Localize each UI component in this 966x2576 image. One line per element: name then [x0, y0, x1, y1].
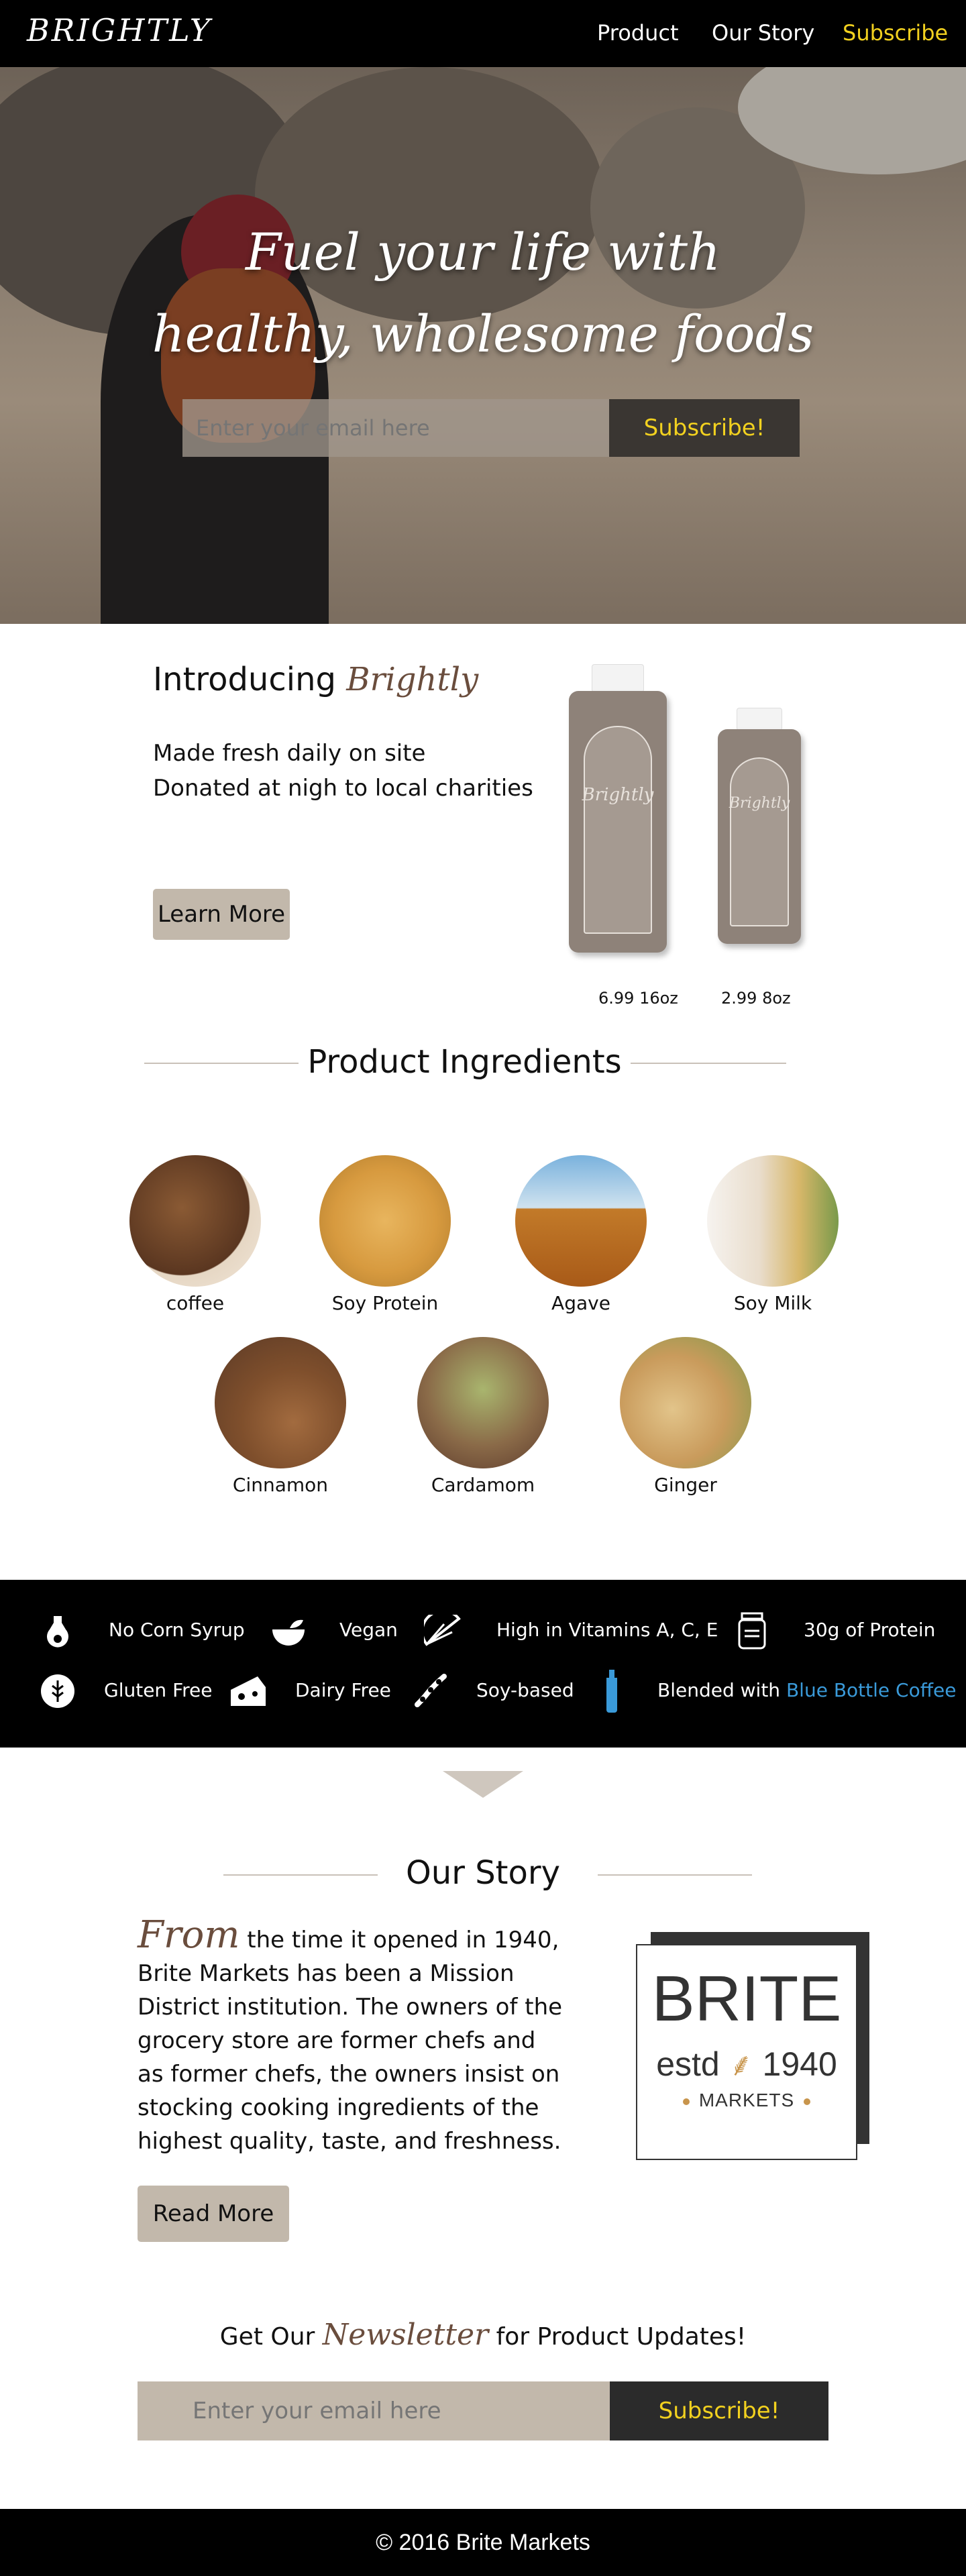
footer-copyright: © 2016 Brite Markets	[376, 2530, 590, 2555]
story-paragraph: From the time it opened in 1940, Brite M…	[138, 1917, 567, 2158]
nav-link-subscribe[interactable]: Subscribe	[843, 20, 948, 46]
gluten-free-icon	[41, 1674, 74, 1708]
ingredient-soy-protein: Soy Protein	[318, 1155, 452, 1314]
divider-rule	[223, 1874, 378, 1876]
ingredient-label: coffee	[166, 1292, 225, 1314]
newsletter-script-word: Newsletter	[322, 2318, 489, 2352]
ingredient-label: Soy Milk	[733, 1292, 812, 1314]
ingredient-label: Ginger	[654, 1474, 717, 1496]
brite-markets-badge: BRITE estd ⸙ 1940 MARKETS	[636, 1944, 857, 2160]
newsletter-title: Get Our Newsletter for Product Updates!	[0, 2318, 966, 2352]
badge-dot	[804, 2098, 811, 2105]
hero-title-line2: healthy, wholesome foods	[152, 304, 814, 364]
story-title: Our Story	[406, 1854, 560, 1892]
protein-jar-icon	[738, 1612, 766, 1650]
bottle-8oz: Brightly	[718, 708, 801, 944]
brand-logo[interactable]: BRIGHTLY	[27, 12, 212, 48]
ingredient-coffee: coffee	[128, 1155, 262, 1314]
feature-protein: 30g of Protein	[804, 1619, 936, 1641]
feature-vitamins: High in Vitamins A, C, E	[496, 1619, 718, 1641]
ingredient-label: Cardamom	[431, 1474, 535, 1496]
newsletter-subscribe-button[interactable]: Subscribe!	[610, 2381, 828, 2440]
bottle-label	[730, 757, 789, 926]
hero-title-line1: Fuel your life with	[246, 222, 720, 282]
ingredient-label: Agave	[551, 1292, 610, 1314]
feature-vegan: Vegan	[339, 1619, 398, 1641]
feature-no-corn-syrup: No Corn Syrup	[109, 1619, 245, 1641]
syrup-bottle-icon	[47, 1616, 68, 1648]
badge-year: 1940	[762, 2045, 837, 2083]
blue-bottle-icon	[606, 1670, 617, 1713]
blended-prefix: Blended with	[657, 1679, 781, 1701]
divider-rule	[598, 1874, 752, 1876]
badge-estd-row: estd ⸙ 1940	[637, 2042, 856, 2086]
intro-title: Introducing Brightly	[153, 661, 478, 698]
intro-line-2: Donated at nigh to local charities	[153, 775, 533, 802]
section-arrow	[443, 1771, 523, 1798]
bottle-brand-text: Brightly	[582, 785, 654, 805]
hero-banner: Fuel your life with healthy, wholesome f…	[0, 67, 966, 624]
price-8oz: 2.99 8oz	[721, 989, 791, 1008]
top-nav: BRIGHTLY Product Our Story Subscribe	[0, 0, 966, 67]
badge-markets-row: MARKETS	[637, 2090, 856, 2111]
cinnamon-image	[215, 1337, 346, 1468]
ingredient-agave: Agave	[514, 1155, 648, 1314]
blue-bottle-coffee-link[interactable]: Blue Bottle Coffee	[786, 1679, 957, 1701]
nav-link-our-story[interactable]: Our Story	[712, 20, 814, 46]
learn-more-button[interactable]: Learn More	[153, 889, 290, 940]
hero-subscribe-button[interactable]: Subscribe!	[609, 399, 800, 457]
soybean-pod-icon	[415, 1674, 447, 1707]
newsletter-email-input[interactable]	[138, 2381, 610, 2440]
coffee-image	[129, 1155, 261, 1287]
story-body: the time it opened in 1940, Brite Market…	[138, 1927, 563, 2155]
read-more-button[interactable]: Read More	[138, 2186, 289, 2242]
bottle-cap	[737, 708, 782, 731]
hero-email-input[interactable]	[182, 399, 609, 457]
newsletter-suffix: for Product Updates!	[496, 2323, 747, 2351]
features-band: No Corn Syrup Vegan High in Vitamins A, …	[0, 1580, 966, 1748]
bottle-16oz: Brightly	[569, 664, 667, 953]
soy-protein-image	[319, 1155, 451, 1287]
badge-title: BRITE	[651, 1963, 842, 2035]
wheat-icon: ⸙	[729, 2047, 753, 2083]
soy-milk-image	[707, 1155, 839, 1287]
story-lead-word: From	[138, 1913, 240, 1957]
lemon-slice-icon	[424, 1615, 461, 1646]
feature-blended: Blended with Blue Bottle Coffee	[657, 1679, 956, 1701]
nav-link-product[interactable]: Product	[597, 20, 679, 46]
badge-markets: MARKETS	[698, 2090, 795, 2110]
ingredient-ginger: Ginger	[619, 1337, 753, 1496]
ingredient-cinnamon: Cinnamon	[213, 1337, 347, 1496]
footer: © 2016 Brite Markets	[0, 2509, 966, 2576]
cheese-icon	[231, 1676, 266, 1706]
ingredient-label: Cinnamon	[232, 1474, 329, 1496]
vegan-bowl-icon	[272, 1619, 305, 1646]
feature-soy-based: Soy-based	[476, 1679, 574, 1701]
cardamom-image	[417, 1337, 549, 1468]
intro-title-brand: Brightly	[346, 661, 479, 698]
agave-image	[515, 1155, 647, 1287]
divider-rule	[631, 1063, 786, 1064]
intro-title-prefix: Introducing	[153, 661, 336, 698]
bottle-cap	[592, 664, 644, 692]
price-16oz: 6.99 16oz	[598, 989, 678, 1008]
ingredient-soy-milk: Soy Milk	[706, 1155, 840, 1314]
badge-dot	[682, 2098, 690, 2105]
ingredients-title: Product Ingredients	[307, 1043, 622, 1081]
intro-line-1: Made fresh daily on site	[153, 740, 426, 767]
badge-estd: estd	[656, 2045, 720, 2083]
hero-title: Fuel your life with healthy, wholesome f…	[0, 211, 966, 375]
feature-dairy-free: Dairy Free	[295, 1679, 391, 1701]
bottle-label	[584, 726, 652, 934]
newsletter-prefix: Get Our	[219, 2323, 315, 2351]
feature-gluten-free: Gluten Free	[104, 1679, 213, 1701]
ingredient-cardamom: Cardamom	[416, 1337, 550, 1496]
bottle-brand-text: Brightly	[729, 795, 790, 812]
ginger-image	[620, 1337, 751, 1468]
divider-rule	[144, 1063, 299, 1064]
ingredient-label: Soy Protein	[331, 1292, 439, 1314]
